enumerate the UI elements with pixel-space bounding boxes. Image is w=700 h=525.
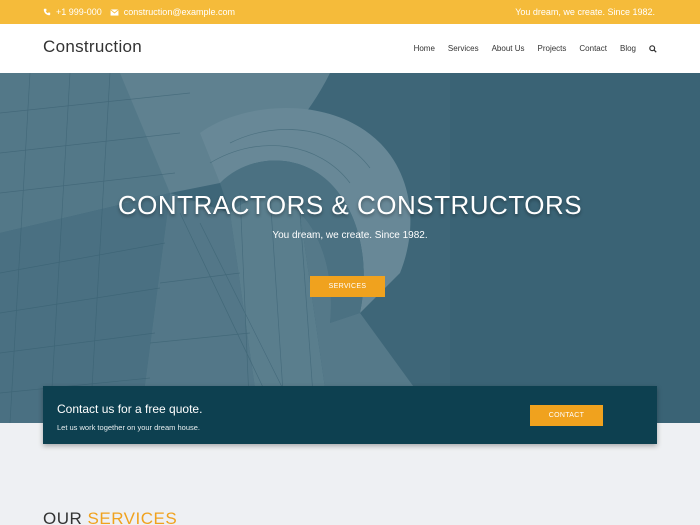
nav-services[interactable]: Services <box>448 44 479 53</box>
envelope-icon <box>110 8 119 16</box>
nav-contact[interactable]: Contact <box>579 44 607 53</box>
nav-home[interactable]: Home <box>414 44 435 53</box>
site-logo[interactable]: Construction <box>43 37 142 57</box>
hero-overlay <box>0 73 700 423</box>
site-header: Construction Home Services About Us Proj… <box>0 24 700 73</box>
nav-blog[interactable]: Blog <box>620 44 636 53</box>
services-heading-part1: OUR <box>43 509 83 525</box>
top-tagline: You dream, we create. Since 1982. <box>515 7 655 17</box>
email-item[interactable]: construction@example.com <box>110 7 235 17</box>
phone-item[interactable]: +1 999-000 <box>43 7 102 17</box>
services-heading: OUR SERVICES <box>43 509 177 525</box>
quote-title: Contact us for a free quote. <box>57 402 203 416</box>
services-heading-part2: SERVICES <box>87 509 178 525</box>
email-address: construction@example.com <box>123 7 235 17</box>
main-nav: Home Services About Us Projects Contact … <box>414 24 657 73</box>
nav-projects[interactable]: Projects <box>538 44 567 53</box>
hero-title: CONTRACTORS & CONSTRUCTORS <box>117 190 583 220</box>
phone-icon <box>43 8 51 16</box>
services-button[interactable]: SERVICES <box>310 276 385 297</box>
search-icon[interactable] <box>649 44 657 53</box>
top-bar: +1 999-000 construction@example.com You … <box>0 0 700 24</box>
quote-banner: Contact us for a free quote. Let us work… <box>43 386 657 444</box>
hero-subtitle: You dream, we create. Since 1982. <box>272 230 428 241</box>
top-contact-info: +1 999-000 construction@example.com <box>43 0 235 24</box>
hero-section: CONTRACTORS & CONSTRUCTORS You dream, we… <box>0 73 700 423</box>
phone-number: +1 999-000 <box>56 7 102 17</box>
nav-about-us[interactable]: About Us <box>492 44 525 53</box>
contact-button[interactable]: CONTACT <box>530 405 603 426</box>
quote-subtitle: Let us work together on your dream house… <box>57 423 200 432</box>
